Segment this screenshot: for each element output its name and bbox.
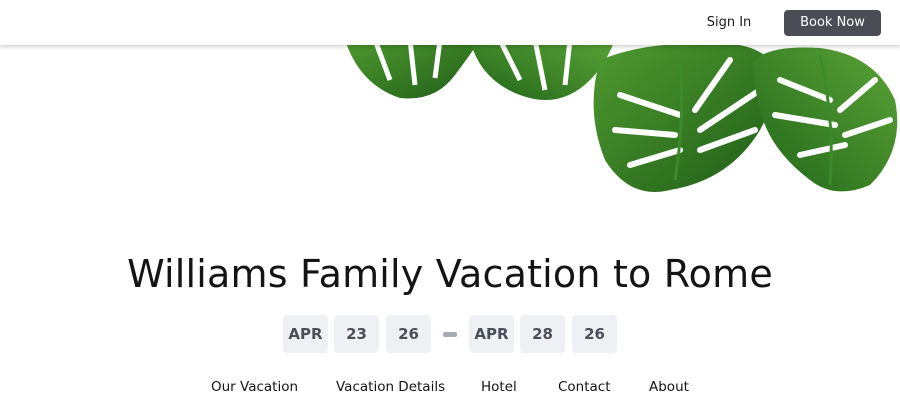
start-month-box: APR: [283, 315, 328, 353]
top-header: Sign In Book Now: [0, 0, 900, 45]
nav-item-vacation-details[interactable]: Vacation Details: [336, 376, 445, 398]
start-day-box: 23: [334, 315, 379, 353]
end-day-box: 28: [520, 315, 565, 353]
main-nav: Our Vacation Vacation Details Hotel Cont…: [0, 376, 900, 398]
nav-item-hotel[interactable]: Hotel: [481, 376, 517, 398]
date-range: APR 23 26 APR 28 26: [0, 315, 900, 353]
end-year-box: 26: [572, 315, 617, 353]
monstera-leaves-image: [345, 40, 898, 192]
end-month-box: APR: [469, 315, 514, 353]
nav-item-about[interactable]: About: [649, 376, 689, 398]
page-title: Williams Family Vacation to Rome: [127, 252, 773, 296]
date-separator: [443, 332, 457, 337]
nav-item-contact[interactable]: Contact: [558, 376, 611, 398]
start-year-box: 26: [386, 315, 431, 353]
sign-in-link[interactable]: Sign In: [696, 12, 762, 34]
book-now-button[interactable]: Book Now: [784, 10, 881, 36]
nav-item-our-vacation[interactable]: Our Vacation: [211, 376, 298, 398]
